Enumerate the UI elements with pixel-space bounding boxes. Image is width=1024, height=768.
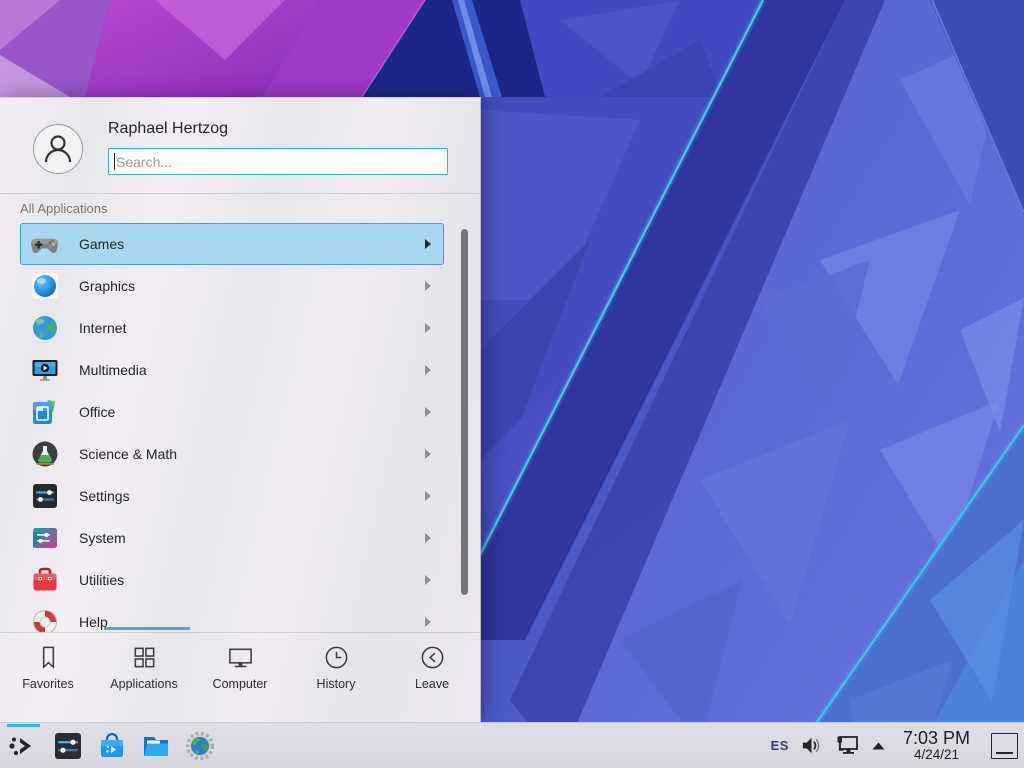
graphics-icon	[31, 272, 59, 300]
bookmark-icon	[35, 644, 62, 671]
submenu-arrow-icon	[425, 239, 431, 249]
grid-icon	[131, 644, 158, 671]
clock-icon	[323, 644, 350, 671]
taskbar-discover[interactable]	[90, 723, 134, 768]
show-desktop-button[interactable]	[991, 733, 1018, 759]
science-icon	[31, 440, 59, 468]
digital-clock[interactable]: 7:03 PM 4/24/21	[903, 729, 970, 762]
category-list: Games Graphics Internet	[0, 223, 480, 633]
tab-favorites[interactable]: Favorites	[0, 633, 96, 723]
launcher-active-indicator	[7, 724, 40, 727]
menu-item-system[interactable]: System	[20, 517, 444, 559]
user-avatar[interactable]	[33, 124, 83, 174]
user-name: Raphael Hertzog	[108, 120, 228, 138]
application-launcher-popup: Raphael Hertzog All Applications Games	[0, 97, 481, 722]
submenu-arrow-icon	[425, 575, 431, 585]
taskbar-panel: ES 7:03 PM 4/24/21	[0, 722, 1024, 768]
utilities-icon	[31, 566, 59, 594]
search-input[interactable]	[116, 154, 447, 170]
menu-item-graphics[interactable]: Graphics	[20, 265, 444, 307]
menu-item-office[interactable]: Office	[20, 391, 444, 433]
system-tray: ES 7:03 PM 4/24/21	[771, 729, 1024, 762]
section-label: All Applications	[20, 201, 107, 216]
menu-item-label: Internet	[79, 320, 126, 336]
network-icon[interactable]	[834, 734, 860, 758]
file-manager-icon	[141, 731, 171, 761]
clock-date: 4/24/21	[903, 748, 970, 762]
tab-computer[interactable]: Computer	[192, 633, 288, 723]
menu-item-label: System	[79, 530, 126, 546]
tab-label: Applications	[110, 677, 177, 691]
submenu-arrow-icon	[425, 407, 431, 417]
menu-item-games[interactable]: Games	[20, 223, 444, 265]
web-browser-icon	[185, 731, 215, 761]
menu-item-label: Science & Math	[79, 446, 177, 462]
submenu-arrow-icon	[425, 533, 431, 543]
office-icon	[31, 398, 59, 426]
tray-expander-caret-icon[interactable]	[871, 741, 886, 751]
launcher-tabbar: Favorites Applications Computer	[0, 632, 480, 723]
submenu-arrow-icon	[425, 281, 431, 291]
submenu-arrow-icon	[425, 491, 431, 501]
menu-item-multimedia[interactable]: Multimedia	[20, 349, 444, 391]
keyboard-layout-indicator[interactable]: ES	[771, 738, 789, 753]
menu-item-label: Graphics	[79, 278, 135, 294]
system-settings-icon	[53, 731, 83, 761]
monitor-icon	[227, 644, 254, 671]
tab-label: Computer	[213, 677, 268, 691]
games-icon	[31, 230, 59, 258]
menu-item-internet[interactable]: Internet	[20, 307, 444, 349]
menu-item-utilities[interactable]: Utilities	[20, 559, 444, 601]
tab-history[interactable]: History	[288, 633, 384, 723]
app-launcher-button[interactable]	[0, 723, 46, 768]
taskbar-file-manager[interactable]	[134, 723, 178, 768]
tab-leave[interactable]: Leave	[384, 633, 480, 723]
help-icon	[31, 608, 59, 633]
submenu-arrow-icon	[425, 617, 431, 627]
taskbar-web-browser[interactable]	[178, 723, 222, 768]
tab-label: Leave	[415, 677, 449, 691]
menu-item-label: Office	[79, 404, 115, 420]
menu-item-label: Multimedia	[79, 362, 147, 378]
search-field-wrap	[108, 148, 448, 175]
discover-store-icon	[97, 731, 127, 761]
submenu-arrow-icon	[425, 449, 431, 459]
menu-item-label: Games	[79, 236, 124, 252]
launcher-header: Raphael Hertzog	[0, 98, 480, 194]
active-tab-indicator	[104, 627, 190, 630]
internet-icon	[31, 314, 59, 342]
user-icon	[41, 132, 75, 166]
multimedia-icon	[31, 356, 59, 384]
text-cursor	[114, 153, 115, 170]
menu-item-help[interactable]: Help	[20, 601, 444, 633]
kde-launcher-icon	[7, 730, 39, 762]
settings-icon	[31, 482, 59, 510]
tab-applications[interactable]: Applications	[96, 633, 192, 723]
menu-item-label: Utilities	[79, 572, 124, 588]
menu-item-settings[interactable]: Settings	[20, 475, 444, 517]
submenu-arrow-icon	[425, 323, 431, 333]
submenu-arrow-icon	[425, 365, 431, 375]
clock-time: 7:03 PM	[903, 729, 970, 748]
menu-item-label: Settings	[79, 488, 130, 504]
system-icon	[31, 524, 59, 552]
tab-label: Favorites	[22, 677, 73, 691]
leave-circle-icon	[419, 644, 446, 671]
tab-label: History	[317, 677, 356, 691]
list-scrollbar[interactable]	[461, 229, 468, 595]
taskbar-system-settings[interactable]	[46, 723, 90, 768]
volume-icon[interactable]	[800, 734, 823, 757]
menu-item-science[interactable]: Science & Math	[20, 433, 444, 475]
